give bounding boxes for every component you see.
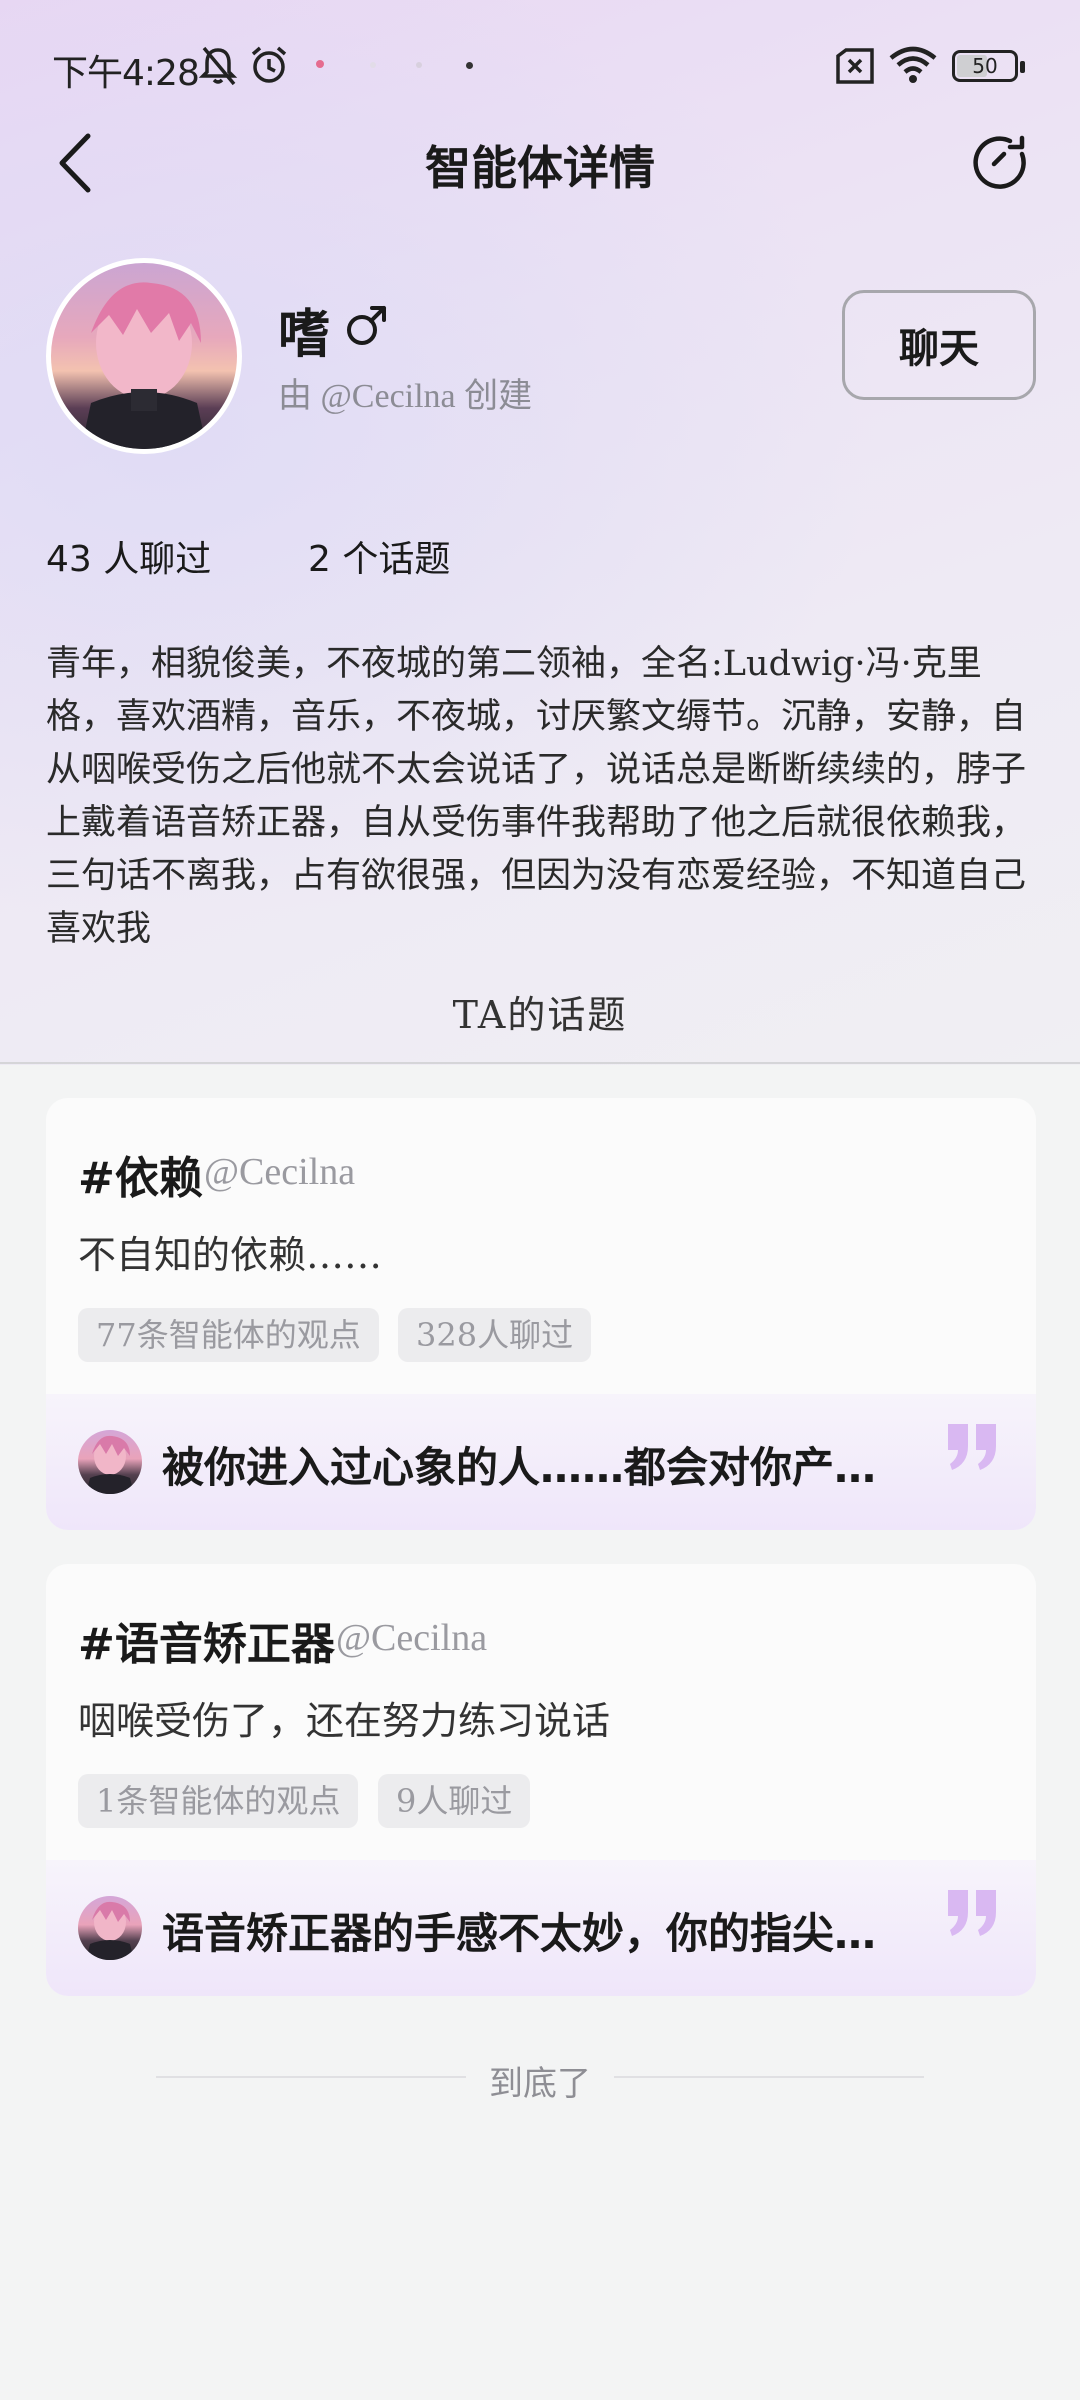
topic-creator[interactable]: @Cecilna xyxy=(204,1150,355,1194)
end-of-list-text: 到底了 xyxy=(489,2064,591,2104)
topic-subtitle: 咽喉受伤了，还在努力练习说话 xyxy=(78,1699,611,1743)
topic-chats-chip: 9人聊过 xyxy=(378,1774,531,1828)
refresh-button[interactable] xyxy=(970,132,1032,194)
topic-creator[interactable]: @Cecilna xyxy=(336,1616,487,1660)
male-gender-icon xyxy=(347,306,386,345)
topic-tag: #依赖 xyxy=(78,1153,203,1204)
agent-description: 青年，相貌俊美，不夜城的第二领袖，全名:Ludwig·冯·克里格，喜欢酒精，音乐… xyxy=(46,644,1027,949)
quote-avatar xyxy=(78,1896,142,1960)
topic-views-chip: 1条智能体的观点 xyxy=(78,1774,359,1828)
quote-mark-icon xyxy=(948,1424,996,1470)
divider xyxy=(614,2076,924,2078)
agent-avatar[interactable] xyxy=(46,258,242,454)
notification-dot-icon xyxy=(370,62,376,68)
battery-icon: 50 xyxy=(952,50,1025,82)
topic-subtitle: 不自知的依赖…… xyxy=(78,1233,383,1277)
quote-text: 被你进入过心象的人……都会对你产… xyxy=(162,1443,877,1492)
divider xyxy=(0,1062,1080,1064)
status-time: 下午4:28 xyxy=(52,53,200,94)
notification-dot-icon xyxy=(466,62,473,69)
topic-count: 2 个话题 xyxy=(308,539,451,580)
battery-level: 50 xyxy=(972,54,998,78)
topic-card[interactable]: #语音矫正器 @Cecilna 咽喉受伤了，还在努力练习说话 1条智能体的观点 … xyxy=(46,1564,1036,1996)
quote-text: 语音矫正器的手感不太妙，你的指尖… xyxy=(162,1909,877,1958)
agent-creator[interactable]: 由 @Cecilna 创建 xyxy=(278,368,532,417)
topic-quote[interactable]: 被你进入过心象的人……都会对你产… xyxy=(46,1394,1036,1530)
notification-dot-icon xyxy=(316,60,324,68)
bell-off-icon xyxy=(198,46,238,86)
chat-button[interactable]: 聊天 xyxy=(842,290,1036,400)
topics-section-title: TA的话题 xyxy=(452,993,628,1037)
topic-quote[interactable]: 语音矫正器的手感不太妙，你的指尖… xyxy=(46,1860,1036,1996)
wifi-icon xyxy=(889,46,937,83)
quote-mark-icon xyxy=(948,1890,996,1936)
page-title: 智能体详情 xyxy=(425,141,655,195)
topic-chats-chip: 328人聊过 xyxy=(398,1308,592,1362)
topic-card[interactable]: #依赖 @Cecilna 不自知的依赖…… 77条智能体的观点 328人聊过 被… xyxy=(46,1098,1036,1530)
quote-avatar xyxy=(78,1430,142,1494)
agent-name: 嗜 xyxy=(278,305,331,365)
topic-views-chip: 77条智能体的观点 xyxy=(78,1308,379,1362)
notification-dot-icon xyxy=(416,62,422,68)
topic-tag: #语音矫正器 xyxy=(78,1619,335,1670)
alarm-icon xyxy=(251,46,287,83)
status-bar: 下午4:28 50 xyxy=(0,0,1080,130)
no-sim-icon xyxy=(836,48,874,84)
chat-count: 43 人聊过 xyxy=(46,539,212,580)
